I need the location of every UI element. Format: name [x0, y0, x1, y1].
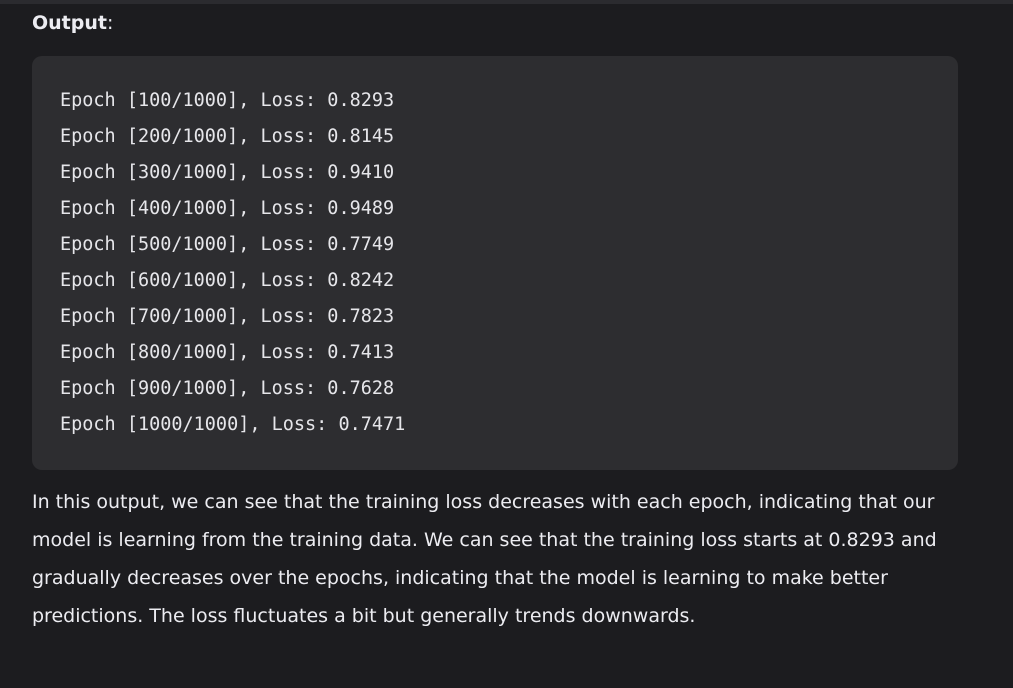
code-line: Epoch [1000/1000], Loss: 0.7471	[60, 414, 406, 435]
code-line: Epoch [600/1000], Loss: 0.8242	[60, 270, 395, 291]
code-line: Epoch [800/1000], Loss: 0.7413	[60, 342, 395, 363]
code-line: Epoch [500/1000], Loss: 0.7749	[60, 234, 395, 255]
code-line: Epoch [300/1000], Loss: 0.9410	[60, 162, 395, 183]
top-divider	[0, 0, 1013, 4]
code-block[interactable]: Epoch [100/1000], Loss: 0.8293 Epoch [20…	[32, 56, 958, 470]
code-line: Epoch [200/1000], Loss: 0.8145	[60, 126, 395, 147]
output-heading: Output:	[32, 9, 113, 37]
explanation-paragraph: In this output, we can see that the trai…	[32, 491, 937, 627]
output-heading-label: Output	[32, 12, 107, 34]
code-line: Epoch [700/1000], Loss: 0.7823	[60, 306, 395, 327]
output-heading-colon: :	[106, 12, 114, 34]
code-lines: Epoch [100/1000], Loss: 0.8293 Epoch [20…	[60, 83, 405, 443]
code-line: Epoch [100/1000], Loss: 0.8293	[60, 90, 395, 111]
code-line: Epoch [900/1000], Loss: 0.7628	[60, 378, 395, 399]
code-line: Epoch [400/1000], Loss: 0.9489	[60, 198, 395, 219]
